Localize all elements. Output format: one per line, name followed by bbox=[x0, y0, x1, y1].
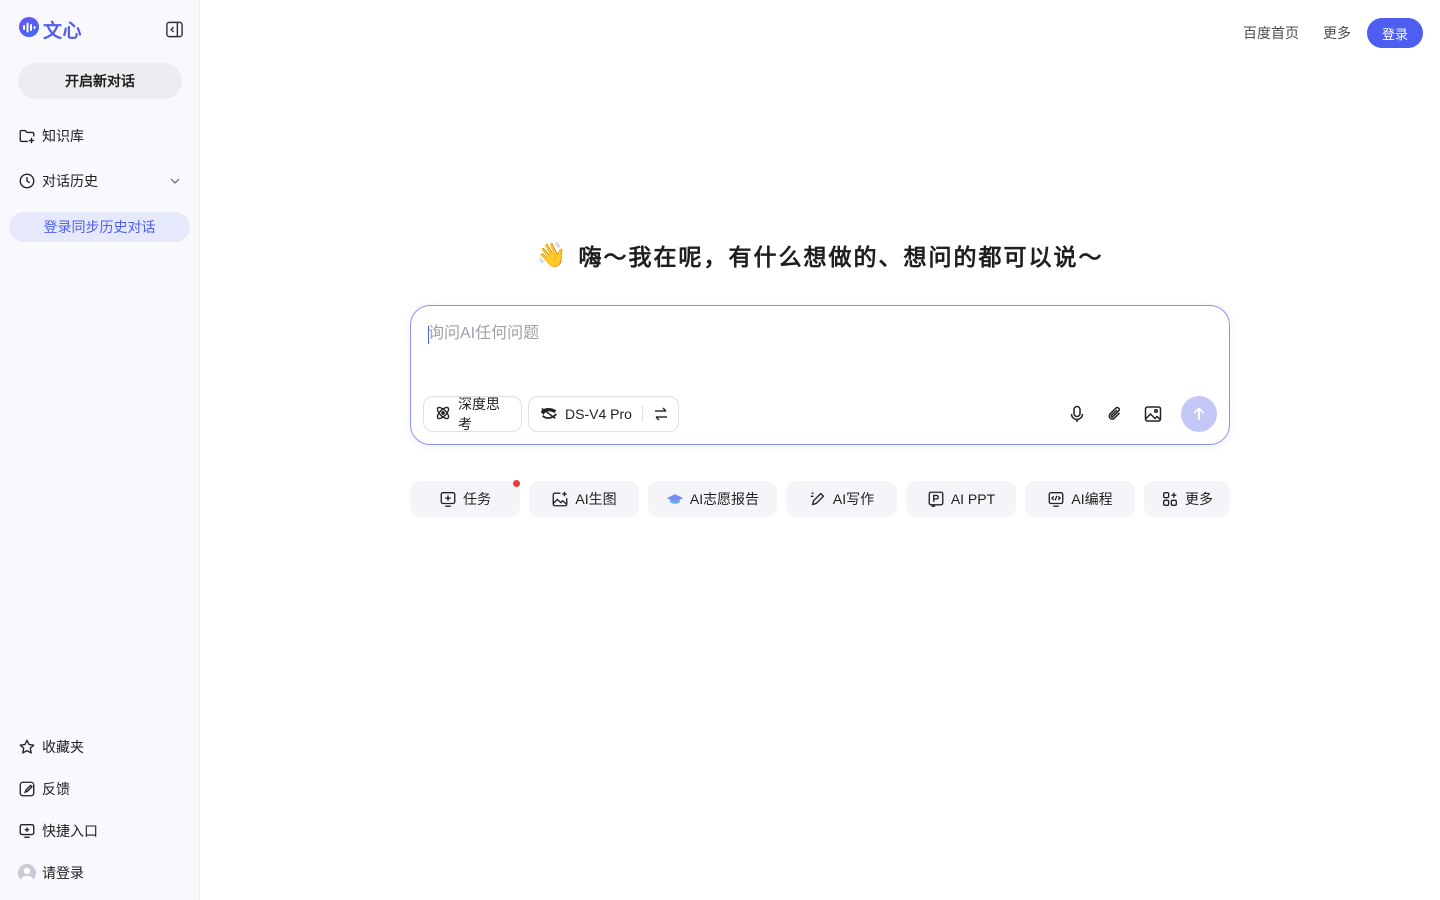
sidebar-item-feedback[interactable]: 反馈 bbox=[18, 777, 184, 801]
deep-think-icon bbox=[434, 404, 452, 425]
quick-action-ai-ppt[interactable]: AI PPT bbox=[906, 481, 1016, 517]
folder-icon bbox=[18, 127, 36, 145]
swap-icon[interactable] bbox=[653, 406, 669, 422]
sidebar-item-history[interactable]: 对话历史 bbox=[18, 169, 184, 193]
sidebar-item-label: 收藏夹 bbox=[42, 740, 84, 756]
quick-action-label: 更多 bbox=[1185, 491, 1213, 507]
quick-action-label: AI生图 bbox=[575, 491, 617, 507]
new-chat-button[interactable]: 开启新对话 bbox=[18, 63, 182, 99]
model-name: DS-V4 Pro bbox=[565, 406, 632, 422]
quick-action-ai-image[interactable]: AI生图 bbox=[529, 481, 639, 517]
model-logo-icon bbox=[539, 405, 559, 424]
send-button[interactable] bbox=[1181, 396, 1217, 432]
login-sync-history-button[interactable]: 登录同步历史对话 bbox=[9, 212, 190, 242]
quick-actions: 任务 AI生图 AI志愿报告 AI写作 AI PPT AI编程 更多 bbox=[410, 480, 1230, 517]
task-icon bbox=[439, 490, 457, 508]
avatar bbox=[18, 864, 36, 882]
quick-action-label: AI编程 bbox=[1071, 491, 1113, 507]
deep-think-label: 深度思考 bbox=[458, 396, 500, 432]
logo-row: 文心 bbox=[18, 16, 184, 42]
sidebar-item-label: 知识库 bbox=[42, 129, 84, 145]
logo-icon bbox=[18, 16, 40, 42]
collapse-sidebar-button[interactable] bbox=[164, 19, 184, 39]
microphone-icon[interactable] bbox=[1066, 403, 1088, 425]
arrow-up-icon bbox=[1193, 407, 1205, 420]
sidebar-item-shortcut[interactable]: 快捷入口 bbox=[18, 819, 184, 843]
sidebar-item-label: 反馈 bbox=[42, 782, 70, 798]
image-gen-icon bbox=[551, 490, 569, 508]
quick-action-label: AI PPT bbox=[950, 491, 996, 507]
sidebar-item-label: 快捷入口 bbox=[42, 824, 98, 840]
quick-action-task[interactable]: 任务 bbox=[410, 480, 520, 517]
quick-action-more[interactable]: 更多 bbox=[1144, 481, 1230, 517]
notification-dot bbox=[513, 480, 520, 487]
feedback-icon bbox=[18, 780, 36, 798]
greeting-text: 嗨～我在呢，有什么想做的、想问的都可以说～ bbox=[578, 245, 1104, 271]
logo-text: 文心 bbox=[43, 19, 83, 42]
sidebar-item-favorites[interactable]: 收藏夹 bbox=[18, 735, 184, 759]
sidebar-item-label: 对话历史 bbox=[42, 174, 98, 190]
image-upload-icon[interactable] bbox=[1142, 403, 1164, 425]
sidebar-collapse-icon bbox=[165, 21, 183, 37]
logo[interactable]: 文心 bbox=[18, 16, 82, 43]
quick-action-label: 任务 bbox=[463, 491, 491, 507]
graduation-icon bbox=[666, 490, 684, 508]
sidebar-item-login[interactable]: 请登录 bbox=[18, 861, 184, 885]
greeting: 👋 嗨～我在呢，有什么想做的、想问的都可以说～ bbox=[200, 238, 1440, 272]
quick-action-ai-volunteer-report[interactable]: AI志愿报告 bbox=[648, 481, 777, 517]
monitor-plus-icon bbox=[18, 822, 36, 840]
main-area: 百度首页 更多 登录 👋 嗨～我在呢，有什么想做的、想问的都可以说～ 深度思考 bbox=[200, 0, 1440, 900]
sidebar: 文心 开启新对话 知识库 对话历史 登录同步历史对话 收藏夹 反馈 快捷入口 请… bbox=[0, 0, 200, 900]
more-link[interactable]: 更多 bbox=[1323, 23, 1351, 43]
divider bbox=[641, 406, 643, 422]
deep-think-toggle[interactable]: 深度思考 bbox=[423, 396, 522, 432]
model-selector[interactable]: DS-V4 Pro bbox=[528, 396, 679, 432]
top-nav: 百度首页 更多 登录 bbox=[1243, 18, 1423, 48]
text-caret bbox=[428, 326, 429, 344]
attachment-icon[interactable] bbox=[1104, 403, 1126, 425]
wave-emoji: 👋 bbox=[536, 241, 569, 269]
star-icon bbox=[18, 738, 36, 756]
chat-input[interactable] bbox=[428, 319, 1208, 359]
quick-action-label: AI志愿报告 bbox=[689, 491, 760, 507]
pen-icon bbox=[809, 490, 827, 508]
sidebar-item-knowledge[interactable]: 知识库 bbox=[18, 124, 184, 148]
baidu-home-link[interactable]: 百度首页 bbox=[1243, 23, 1299, 43]
quick-action-ai-writing[interactable]: AI写作 bbox=[786, 481, 897, 517]
clock-icon bbox=[18, 172, 36, 190]
quick-action-label: AI写作 bbox=[832, 491, 875, 507]
apps-icon bbox=[1161, 490, 1179, 508]
chat-input-box: 深度思考 DS-V4 Pro bbox=[410, 305, 1230, 445]
ppt-icon bbox=[927, 490, 945, 508]
quick-action-ai-coding[interactable]: AI编程 bbox=[1025, 481, 1135, 517]
code-icon bbox=[1047, 490, 1065, 508]
login-button[interactable]: 登录 bbox=[1367, 18, 1423, 48]
chevron-down-icon[interactable] bbox=[168, 173, 184, 189]
sidebar-item-label: 请登录 bbox=[42, 866, 84, 882]
